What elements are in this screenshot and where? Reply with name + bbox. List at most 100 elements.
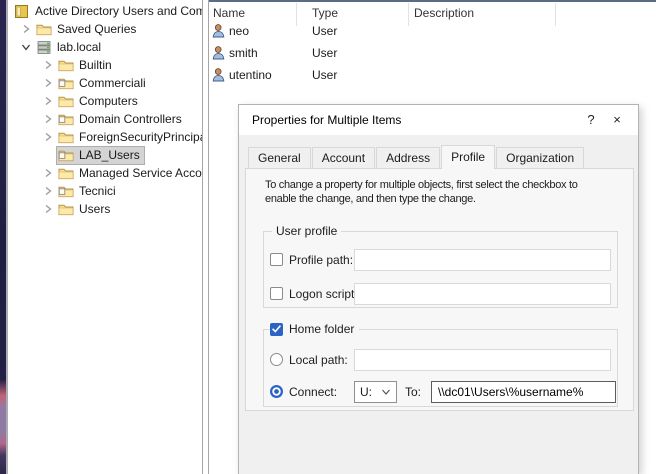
column-header-description[interactable]: Description — [414, 6, 474, 21]
logon-script-label: Logon script: — [289, 287, 358, 302]
tree-item-content: Domain Controllers — [56, 110, 187, 129]
close-button[interactable]: × — [604, 105, 630, 135]
tree-item-commerciali[interactable]: Commerciali — [8, 74, 202, 92]
tree-item-label: LAB_Users — [79, 148, 140, 163]
tree-item-content: Builtin — [56, 56, 117, 75]
tree-item-content: Active Directory Users and Com — [12, 2, 202, 21]
cell-type: User — [312, 68, 337, 82]
tree-item-tecnici[interactable]: Tecnici — [8, 182, 202, 200]
cell-type: User — [312, 24, 337, 38]
folder-icon — [58, 94, 75, 109]
tree-item-label: lab.local — [57, 40, 101, 55]
profile-path-row: Profile path: — [264, 249, 617, 271]
cell-name: utentino — [229, 68, 272, 82]
connect-radio[interactable] — [270, 385, 283, 398]
logon-script-field[interactable] — [354, 283, 611, 305]
tree-item-domain-controllers[interactable]: Domain Controllers — [8, 110, 202, 128]
tree-item-computers[interactable]: Computers — [8, 92, 202, 110]
chevron-right-icon[interactable] — [42, 131, 54, 143]
local-path-field[interactable] — [354, 349, 611, 371]
home-folder-group: Home folder Local path: Connect: U: To: … — [263, 329, 618, 407]
tree-item-lab-local[interactable]: lab.local — [8, 38, 202, 56]
chevron-right-icon[interactable] — [42, 77, 54, 89]
tree-item-label: Builtin — [79, 58, 112, 73]
folder-icon — [36, 22, 53, 37]
tree-item-builtin[interactable]: Builtin — [8, 56, 202, 74]
instruction-text: To change a property for multiple object… — [265, 178, 631, 206]
drive-letter-dropdown[interactable]: U: — [354, 381, 397, 403]
ou-folder-icon — [58, 148, 75, 163]
chevron-right-icon[interactable] — [42, 113, 54, 125]
folder-icon — [58, 58, 75, 73]
chevron-right-icon[interactable] — [42, 167, 54, 179]
folder-icon — [58, 166, 75, 181]
tab-address[interactable]: Address — [376, 147, 440, 168]
tree-item-label: Saved Queries — [57, 22, 136, 37]
connect-row: Connect: U: To: \\dc01\Users\%username% — [264, 381, 617, 403]
list-row-utentino[interactable]: utentino User — [209, 64, 656, 86]
titlebar-buttons: ? × — [578, 105, 630, 135]
connect-path-field[interactable]: \\dc01\Users\%username% — [431, 381, 616, 403]
local-path-radio[interactable] — [270, 353, 283, 366]
tab-general[interactable]: General — [248, 147, 311, 168]
tree-item-label: ForeignSecurityPrincipals — [79, 130, 202, 145]
chevron-placeholder — [42, 149, 54, 161]
tree-item-saved-queries[interactable]: Saved Queries — [8, 20, 202, 38]
column-header-type[interactable]: Type — [312, 6, 338, 21]
tree-item-managed-service-accounts[interactable]: Managed Service Accounts — [8, 164, 202, 182]
chevron-right-icon[interactable] — [42, 203, 54, 215]
chevron-right-icon[interactable] — [20, 23, 32, 35]
profile-path-field[interactable] — [354, 249, 611, 271]
tab-profile[interactable]: Profile — [441, 145, 495, 169]
tree-item-lab-users[interactable]: LAB_Users — [8, 146, 202, 164]
logon-script-checkbox[interactable] — [270, 287, 283, 300]
aduc-window: Active Directory Users and Com Saved Quer… — [0, 0, 656, 474]
tree-item-content: ForeignSecurityPrincipals — [56, 128, 202, 147]
properties-dialog: Properties for Multiple Items ? × Genera… — [238, 104, 639, 474]
selected-tree-item: LAB_Users — [56, 146, 145, 165]
cell-type: User — [312, 46, 337, 60]
tree-item-label: Commerciali — [79, 76, 146, 91]
profile-path-checkbox[interactable] — [270, 253, 283, 266]
pane-splitter[interactable] — [202, 0, 203, 474]
tree-item-foreignsecurityprincipals[interactable]: ForeignSecurityPrincipals — [8, 128, 202, 146]
console-tree-pane: Active Directory Users and Com Saved Quer… — [8, 0, 202, 474]
drive-letter-value: U: — [360, 385, 372, 399]
profile-path-label: Profile path: — [289, 253, 353, 268]
tree-item-label: Computers — [79, 94, 138, 109]
tree-item-content: Tecnici — [56, 182, 121, 201]
user-icon — [211, 23, 226, 38]
instruction-line-2: enable the change, and then type the cha… — [265, 192, 631, 206]
list-row-smith[interactable]: smith User — [209, 42, 656, 64]
help-button[interactable]: ? — [578, 105, 604, 135]
ou-folder-icon — [58, 112, 75, 127]
chevron-right-icon[interactable] — [42, 95, 54, 107]
user-profile-legend: User profile — [272, 224, 341, 239]
local-path-row: Local path: — [264, 349, 617, 371]
tree-item-label: Managed Service Accounts — [79, 166, 202, 181]
list-rows: neoUser smith User utentino User — [209, 20, 656, 86]
user-icon — [211, 45, 226, 60]
dialog-titlebar[interactable]: Properties for Multiple Items ? × — [239, 105, 638, 135]
tab-account[interactable]: Account — [312, 147, 375, 168]
tree-item-label: Active Directory Users and Com — [35, 4, 202, 19]
chevron-right-icon[interactable] — [42, 185, 54, 197]
tree-item-users[interactable]: Users — [8, 200, 202, 218]
local-path-label: Local path: — [289, 353, 348, 368]
chevron-down-icon[interactable] — [20, 41, 32, 53]
tree-item-content: Users — [56, 200, 115, 219]
instruction-line-1: To change a property for multiple object… — [265, 178, 631, 192]
cell-name: smith — [229, 46, 258, 60]
list-row-neo[interactable]: neoUser — [209, 20, 656, 42]
dialog-title: Properties for Multiple Items — [252, 105, 401, 135]
user-icon — [211, 67, 226, 82]
chevron-right-icon[interactable] — [42, 59, 54, 71]
home-folder-checkbox[interactable] — [270, 323, 283, 336]
connect-label: Connect: — [289, 385, 337, 400]
chevron-down-icon — [381, 387, 391, 397]
tree-item-label: Tecnici — [79, 184, 116, 199]
column-header-name[interactable]: Name — [213, 6, 245, 21]
tree-item-active-directory-users-and-com[interactable]: Active Directory Users and Com — [8, 2, 202, 20]
tab-organization[interactable]: Organization — [496, 147, 584, 168]
tree-item-label: Domain Controllers — [79, 112, 182, 127]
